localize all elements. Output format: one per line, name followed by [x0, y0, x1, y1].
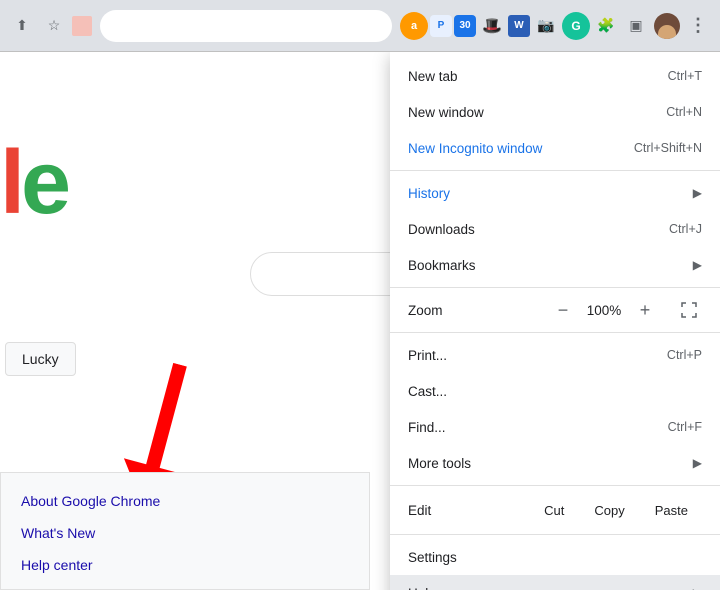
menu-item-cast[interactable]: Cast... [390, 373, 720, 409]
menu-item-incognito[interactable]: New Incognito window Ctrl+Shift+N [390, 130, 720, 166]
separator-5 [390, 534, 720, 535]
menu-item-find[interactable]: Find... Ctrl+F [390, 409, 720, 445]
page-icon [72, 16, 92, 36]
avatar-body [658, 25, 676, 39]
menu-item-settings[interactable]: Settings [390, 539, 720, 575]
incognito-label: New Incognito window [408, 141, 542, 156]
find-shortcut: Ctrl+F [668, 420, 702, 434]
word-extension-icon[interactable]: W [508, 15, 530, 37]
browser-toolbar: ⬆ ☆ a P 30 🎩 W 📷 G 🧩 ▣ ⋮ [0, 0, 720, 52]
print-shortcut: Ctrl+P [667, 348, 702, 362]
downloads-label: Downloads [408, 222, 475, 237]
zoom-value: 100% [586, 303, 622, 318]
address-bar [100, 10, 392, 42]
incognito-shortcut: Ctrl+Shift+N [634, 141, 702, 155]
cast-label: Cast... [408, 384, 447, 399]
help-sub-panel: About Google Chrome What's New Help cent… [0, 472, 370, 590]
png-extension-icon[interactable]: P [430, 15, 452, 37]
zoom-out-button[interactable]: − [550, 297, 576, 323]
separator-4 [390, 485, 720, 486]
menu-item-bookmarks[interactable]: Bookmarks ▶ [390, 247, 720, 283]
about-chrome-item[interactable]: About Google Chrome [1, 485, 369, 517]
print-label: Print... [408, 348, 447, 363]
help-label: Help [408, 586, 436, 590]
paste-button[interactable]: Paste [641, 498, 702, 523]
downloads-shortcut: Ctrl+J [669, 222, 702, 236]
new-tab-shortcut: Ctrl+T [668, 69, 702, 83]
calendar-extension-icon[interactable]: 30 [454, 15, 476, 37]
puzzle-extension-icon[interactable]: 🧩 [592, 12, 620, 40]
settings-label: Settings [408, 550, 457, 565]
find-label: Find... [408, 420, 446, 435]
profile-avatar[interactable] [654, 13, 680, 39]
chrome-menu: New tab Ctrl+T New window Ctrl+N New Inc… [390, 52, 720, 590]
help-arrow: ▶ [693, 586, 702, 590]
bookmark-button[interactable]: ☆ [40, 12, 68, 40]
whats-new-item[interactable]: What's New [1, 517, 369, 549]
separator-1 [390, 170, 720, 171]
sidebar-icon[interactable]: ▣ [622, 12, 650, 40]
separator-2 [390, 287, 720, 288]
grammarly-extension-icon[interactable]: G [562, 12, 590, 40]
more-tools-label: More tools [408, 456, 471, 471]
share-button[interactable]: ⬆ [8, 12, 36, 40]
new-window-label: New window [408, 105, 484, 120]
camera-extension-icon[interactable]: 📷 [532, 12, 560, 40]
edit-buttons: Cut Copy Paste [530, 498, 702, 523]
new-window-shortcut: Ctrl+N [666, 105, 702, 119]
toolbar-icons: a P 30 🎩 W 📷 G 🧩 ▣ ⋮ [400, 12, 712, 40]
zoom-controls: − 100% + [550, 297, 702, 323]
new-tab-label: New tab [408, 69, 458, 84]
bookmarks-arrow: ▶ [693, 258, 702, 272]
edit-label: Edit [408, 503, 530, 518]
zoom-row: Zoom − 100% + [390, 292, 720, 328]
google-logo-e: e [21, 133, 67, 233]
page-content: le Lucky About Google Chrome [0, 52, 720, 590]
zoom-label: Zoom [408, 303, 550, 318]
menu-item-new-tab[interactable]: New tab Ctrl+T [390, 58, 720, 94]
three-dots-menu-button[interactable]: ⋮ [684, 12, 712, 40]
menu-item-downloads[interactable]: Downloads Ctrl+J [390, 211, 720, 247]
history-arrow: ▶ [693, 186, 702, 200]
help-center-item[interactable]: Help center [1, 549, 369, 581]
more-tools-arrow: ▶ [693, 456, 702, 470]
bookmarks-label: Bookmarks [408, 258, 476, 273]
zoom-in-button[interactable]: + [632, 297, 658, 323]
menu-item-print[interactable]: Print... Ctrl+P [390, 337, 720, 373]
history-label: History [408, 186, 450, 201]
edit-row: Edit Cut Copy Paste [390, 490, 720, 530]
menu-item-more-tools[interactable]: More tools ▶ [390, 445, 720, 481]
copy-button[interactable]: Copy [580, 498, 638, 523]
menu-item-history[interactable]: History ▶ [390, 175, 720, 211]
menu-item-new-window[interactable]: New window Ctrl+N [390, 94, 720, 130]
google-logo: le [0, 132, 67, 235]
hat-extension-icon[interactable]: 🎩 [478, 12, 506, 40]
menu-item-help[interactable]: Help ▶ [390, 575, 720, 590]
im-feeling-lucky-button[interactable]: Lucky [5, 342, 76, 376]
google-logo-l: l [0, 133, 21, 233]
fullscreen-button[interactable] [676, 297, 702, 323]
amazon-extension-icon[interactable]: a [400, 12, 428, 40]
cut-button[interactable]: Cut [530, 498, 578, 523]
separator-3 [390, 332, 720, 333]
